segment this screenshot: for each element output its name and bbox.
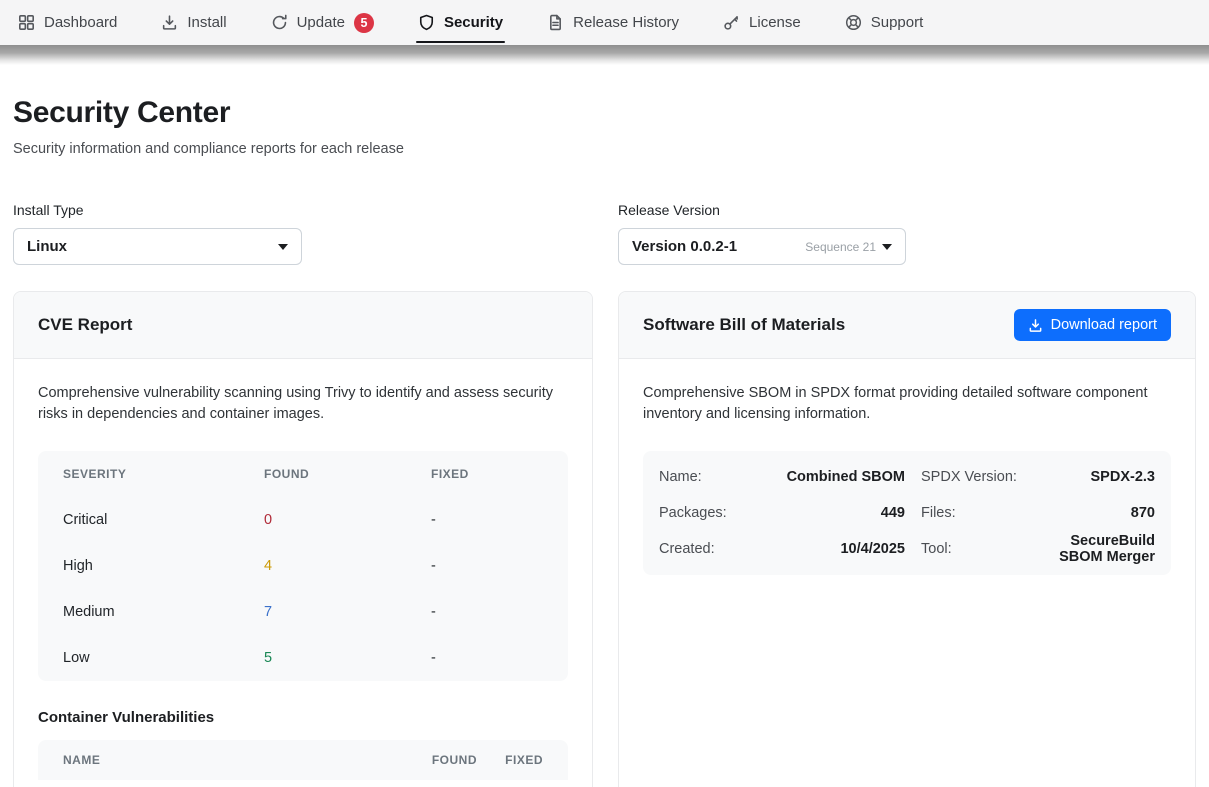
file-text-icon [547, 14, 564, 31]
nav-label: Update [297, 14, 345, 31]
release-version-label: Release Version [618, 202, 906, 218]
table-row-high: High 4 - [38, 543, 568, 589]
nav-label: Dashboard [44, 14, 117, 31]
fixed-count: - [431, 604, 543, 620]
info-value: SecureBuild SBOM Merger [1025, 533, 1155, 565]
nav-item-update[interactable]: Update 5 [269, 0, 376, 45]
shield-icon [418, 14, 435, 31]
severity-label: Medium [63, 604, 264, 620]
nav-item-license[interactable]: License [721, 0, 803, 45]
cve-report-title: CVE Report [38, 315, 132, 335]
nav-item-support[interactable]: Support [843, 0, 926, 45]
column-header-severity: SEVERITY [63, 467, 264, 481]
sequence-badge: Sequence 21 [805, 240, 876, 254]
grid-icon [18, 14, 35, 31]
nav-label: Security [444, 14, 503, 31]
download-icon [1028, 318, 1043, 333]
install-type-label: Install Type [13, 202, 302, 218]
sbom-card: Software Bill of Materials Download repo… [618, 291, 1196, 787]
container-vulnerabilities-title: Container Vulnerabilities [38, 709, 568, 726]
severity-table-header: SEVERITY FOUND FIXED [38, 451, 568, 497]
install-type-select[interactable]: Linux [13, 228, 302, 265]
info-value: 870 [1025, 505, 1155, 521]
release-version-filter: Release Version Version 0.0.2-1 Sequence… [618, 202, 906, 265]
table-row: Packages: 449 Files: 870 [659, 495, 1155, 531]
severity-label: Low [63, 650, 264, 666]
found-count: 0 [264, 512, 431, 528]
nav-label: License [749, 14, 801, 31]
column-header-found: FOUND [264, 467, 431, 481]
table-row: Name: Combined SBOM SPDX Version: SPDX-2… [659, 459, 1155, 495]
life-ring-icon [845, 14, 862, 31]
release-version-select[interactable]: Version 0.0.2-1 Sequence 21 [618, 228, 906, 265]
table-row-critical: Critical 0 - [38, 497, 568, 543]
container-table-header: NAME FOUND FIXED [38, 740, 568, 780]
install-type-filter: Install Type Linux [13, 202, 302, 265]
severity-label: High [63, 558, 264, 574]
column-header-fixed: FIXED [477, 753, 543, 767]
info-value: 449 [767, 505, 905, 521]
nav-item-install[interactable]: Install [159, 0, 228, 45]
info-label: Name: [659, 469, 767, 485]
key-icon [723, 14, 740, 31]
info-value: SPDX-2.3 [1025, 469, 1155, 485]
nav-label: Release History [573, 14, 679, 31]
top-navigation: Dashboard Install Update 5 Security Rele… [0, 0, 1209, 45]
sbom-body: Comprehensive SBOM in SPDX format provid… [619, 359, 1195, 599]
sbom-info-table: Name: Combined SBOM SPDX Version: SPDX-2… [643, 451, 1171, 575]
filters-row: Install Type Linux Release Version Versi… [13, 202, 1196, 265]
nav-item-dashboard[interactable]: Dashboard [16, 0, 119, 45]
info-label: Files: [905, 505, 1025, 521]
download-report-label: Download report [1051, 317, 1157, 333]
found-count: 5 [264, 650, 431, 666]
info-label: Packages: [659, 505, 767, 521]
table-row-medium: Medium 7 - [38, 589, 568, 635]
fixed-count: - [431, 512, 543, 528]
info-label: SPDX Version: [905, 469, 1025, 485]
cve-report-header: CVE Report [14, 292, 592, 359]
sbom-header: Software Bill of Materials Download repo… [619, 292, 1195, 359]
release-version-value: Version 0.0.2-1 [632, 238, 737, 255]
nav-scroll-shadow [0, 45, 1209, 65]
severity-label: Critical [63, 512, 264, 528]
fixed-count: - [431, 558, 543, 574]
fixed-count: - [431, 650, 543, 666]
download-icon [161, 14, 178, 31]
info-value: 10/4/2025 [767, 541, 905, 557]
chevron-down-icon [278, 244, 288, 250]
sbom-description: Comprehensive SBOM in SPDX format provid… [643, 383, 1171, 426]
page-subtitle: Security information and compliance repo… [13, 141, 1196, 157]
install-type-value: Linux [27, 238, 67, 255]
refresh-icon [271, 14, 288, 31]
table-row-low: Low 5 - [38, 635, 568, 681]
download-report-button[interactable]: Download report [1014, 309, 1171, 341]
page-title: Security Center [13, 96, 1196, 130]
found-count: 4 [264, 558, 431, 574]
column-header-found: FOUND [399, 753, 477, 767]
info-label: Created: [659, 541, 767, 557]
column-header-fixed: FIXED [431, 467, 543, 481]
cve-report-description: Comprehensive vulnerability scanning usi… [38, 383, 568, 426]
info-value: Combined SBOM [767, 469, 905, 485]
nav-item-security[interactable]: Security [416, 0, 505, 45]
chevron-down-icon [882, 244, 892, 250]
nav-item-release-history[interactable]: Release History [545, 0, 681, 45]
nav-label: Install [187, 14, 226, 31]
cve-report-card: CVE Report Comprehensive vulnerability s… [13, 291, 593, 787]
info-label: Tool: [905, 541, 1025, 557]
column-header-name: NAME [63, 753, 399, 767]
found-count: 7 [264, 604, 431, 620]
update-count-badge: 5 [354, 13, 374, 33]
cve-report-body: Comprehensive vulnerability scanning usi… [14, 359, 592, 787]
sbom-title: Software Bill of Materials [643, 315, 845, 335]
nav-label: Support [871, 14, 924, 31]
cards-row: CVE Report Comprehensive vulnerability s… [13, 291, 1196, 787]
severity-table: SEVERITY FOUND FIXED Critical 0 - High 4… [38, 451, 568, 681]
table-row: Created: 10/4/2025 Tool: SecureBuild SBO… [659, 531, 1155, 567]
security-center-page: Security Center Security information and… [0, 96, 1209, 787]
